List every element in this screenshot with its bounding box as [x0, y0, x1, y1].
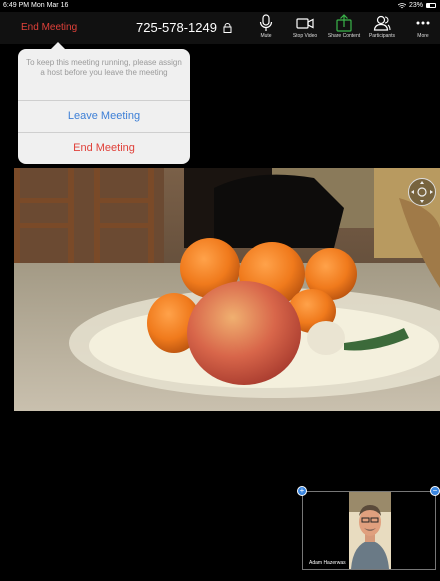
video-camera-icon	[296, 18, 314, 29]
assign-host-message: To keep this meeting running, please ass…	[26, 58, 182, 77]
battery-percent: 23%	[408, 2, 423, 9]
meeting-id-text: 725-578-1249	[136, 20, 217, 35]
more-icon	[416, 21, 430, 25]
status-bar: 6:49 PM Mon Mar 16 23%	[0, 0, 440, 12]
more-button[interactable]: More	[397, 14, 440, 44]
expand-self-view-button[interactable]: +	[297, 486, 307, 496]
mute-label: Mute	[260, 33, 272, 39]
minus-icon: −	[432, 486, 438, 495]
leave-meeting-option[interactable]: Leave Meeting	[18, 101, 190, 131]
status-right: 23%	[397, 2, 436, 9]
more-label: More	[417, 33, 429, 39]
microphone-icon	[259, 14, 273, 31]
status-time-date: 6:49 PM Mon Mar 16	[3, 2, 69, 9]
end-meeting-option[interactable]: End Meeting	[18, 133, 190, 163]
self-video	[349, 492, 391, 569]
share-icon	[336, 14, 352, 32]
meeting-id: 725-578-1249	[136, 20, 232, 35]
wifi-icon	[397, 2, 406, 8]
self-view-thumbnail[interactable]: Adam Hazerwas + −	[297, 486, 440, 570]
self-view-name: Adam Hazerwas	[309, 560, 346, 566]
meeting-toolbar: End Meeting 725-578-1249 Mute Stop Video…	[0, 12, 440, 44]
end-meeting-button[interactable]: End Meeting	[21, 22, 77, 33]
participants-label: Participants	[368, 33, 396, 39]
stop-video-label: Stop Video	[292, 33, 318, 39]
end-meeting-popover: To keep this meeting running, please ass…	[18, 42, 190, 164]
participants-icon	[373, 15, 391, 31]
active-speaker-video	[14, 168, 440, 411]
minimize-self-view-button[interactable]: −	[430, 486, 440, 496]
video-frame	[14, 168, 440, 411]
battery-icon	[426, 3, 436, 8]
plus-icon: +	[299, 486, 305, 495]
switch-camera-icon[interactable]	[407, 177, 437, 207]
lock-icon	[223, 22, 232, 33]
